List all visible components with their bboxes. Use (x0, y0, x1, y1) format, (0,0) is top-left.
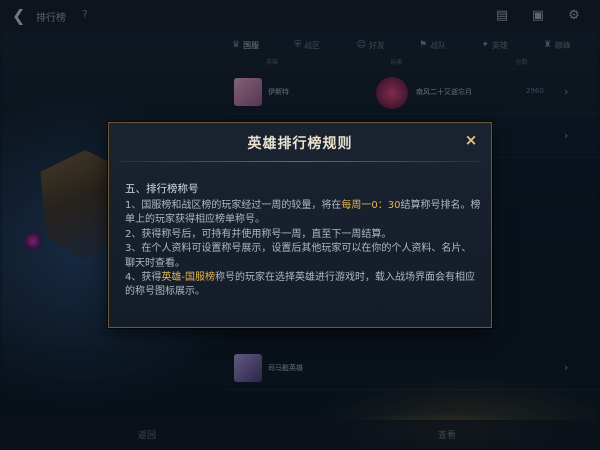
highlight-text: 每周一0：30 (341, 200, 401, 211)
rule-text: 1、国服榜和战区榜的玩家经过一周的较量，将在 (125, 200, 342, 211)
highlight-text: 英雄-国服榜 (161, 272, 215, 284)
close-icon[interactable]: × (463, 132, 479, 148)
section-heading: 五、排行榜称号 (125, 183, 199, 195)
rules-text: 1、国服榜和战区榜的玩家经过一周的较量，将在每周一0：30结算称号排名。榜单上的… (125, 199, 481, 300)
rule-text: 4、获得 (125, 272, 162, 284)
title-divider (119, 161, 481, 162)
rule-text: 2、获得称号后，可持有并使用称号一周，直至下一周结算。 (125, 228, 392, 240)
rules-dialog: 英雄排行榜规则 × 五、排行榜称号 1、国服榜和战区榜的玩家经过一周的较量，将在… (108, 122, 492, 328)
rule-item-4: 4、获得英雄-国服榜称号的玩家在选择英雄进行游戏时，载入战场界面会有相应的称号图… (125, 271, 481, 300)
rule-item-2: 2、获得称号后，可持有并使用称号一周，直至下一周结算。 (125, 228, 481, 242)
rule-text: 3、在个人资料可设置称号展示，设置后其他玩家可以在你的个人资料、名片、聊天时查看… (125, 243, 472, 269)
rule-item-1: 1、国服榜和战区榜的玩家经过一周的较量，将在每周一0：30结算称号排名。榜单上的… (125, 199, 481, 228)
dialog-title: 英雄排行榜规则 (247, 136, 353, 152)
rule-item-3: 3、在个人资料可设置称号展示，设置后其他玩家可以在你的个人资料、名片、聊天时查看… (125, 242, 481, 271)
